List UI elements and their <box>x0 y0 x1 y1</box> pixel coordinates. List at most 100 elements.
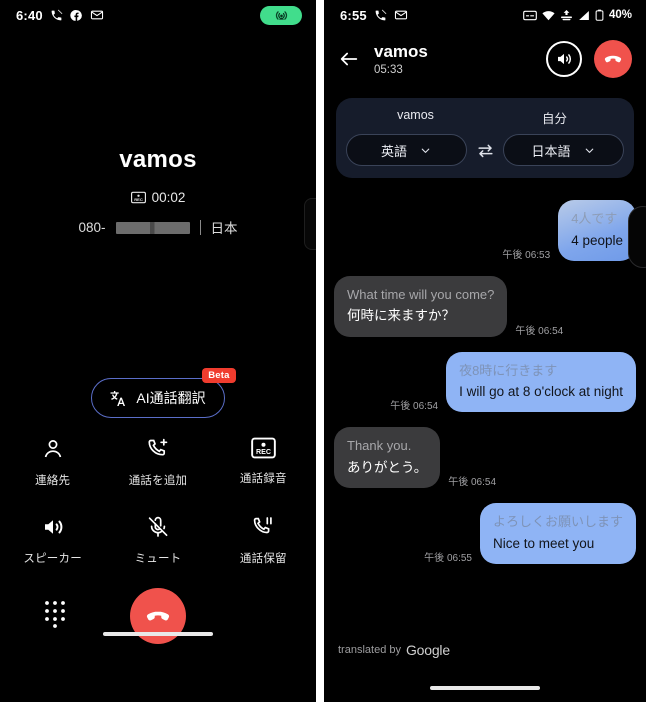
message-bubble[interactable]: よろしくお願いします Nice to meet you <box>479 503 636 564</box>
message-source-text: よろしくお願いします <box>492 514 623 530</box>
message-timestamp: 午後 06:55 <box>424 552 472 564</box>
call-contact-name: vamos <box>119 146 197 173</box>
beta-badge: Beta <box>202 368 236 383</box>
chevron-down-icon <box>583 144 596 157</box>
call-number-redacted <box>115 222 190 234</box>
message-source-text: 夜8時に行きます <box>459 362 558 378</box>
self-language-value: 日本語 <box>531 143 571 159</box>
call-screen: 6:40 vamos REC 00:02 080- 日本 AI通話翻訳 Beta… <box>0 0 316 702</box>
dialpad-icon[interactable] <box>44 600 66 633</box>
contact-icon <box>41 437 65 461</box>
message-translated-text: Nice to meet you <box>492 535 595 551</box>
call-country: 日本 <box>210 221 238 236</box>
dual-screenshot: 6:40 vamos REC 00:02 080- 日本 AI通話翻訳 Beta… <box>0 0 646 702</box>
message-translated-text: I will go at 8 o'clock at night <box>459 384 623 400</box>
message-bubble[interactable]: 夜8時に行きます I will go at 8 o'clock at night <box>446 351 636 413</box>
back-arrow-icon[interactable] <box>338 48 360 70</box>
message-bubble[interactable]: What time will you come? 何時に来ますか？ <box>334 275 508 337</box>
rec-icon: REC <box>130 191 146 204</box>
mail-icon <box>90 8 104 22</box>
panel-divider <box>316 0 324 702</box>
header-actions <box>546 40 632 78</box>
control-label: ミュート <box>134 553 182 565</box>
call-controls-grid: 連絡先 通話を追加 REC 通話録音 スピーカー ミュート 通話保留 <box>0 437 316 566</box>
translate-icon <box>108 389 127 408</box>
signal-icon <box>578 10 590 21</box>
language-selectors-row: 英語 日本語 <box>346 134 624 166</box>
control-add-call[interactable]: 通話を追加 <box>105 437 210 488</box>
edge-panel-handle[interactable] <box>304 198 316 250</box>
message-translated-text: ありがとう。 <box>347 459 428 475</box>
home-indicator <box>103 632 213 636</box>
phone-call-icon <box>374 9 387 22</box>
google-wordmark: Google <box>405 642 450 658</box>
broadcast-icon[interactable] <box>260 5 302 25</box>
translate-header: vamos 05:33 <box>324 30 646 84</box>
phone-call-icon <box>50 9 63 22</box>
mail-icon <box>394 8 408 22</box>
message-timestamp: 午後 06:53 <box>502 249 551 261</box>
speaker-toggle-button[interactable] <box>546 41 582 77</box>
status-bar-right: 6:55 40% <box>324 0 646 30</box>
speaker-icon <box>41 515 65 539</box>
call-number-prefix: 080- <box>78 219 106 235</box>
message-timestamp: 午後 06:54 <box>515 325 564 337</box>
message-source-text: 4人です <box>571 211 618 226</box>
self-language-select[interactable]: 日本語 <box>503 134 624 166</box>
status-left-group: 6:40 <box>16 8 104 23</box>
battery-icon <box>595 9 604 21</box>
message-translated-text: 4 people <box>571 232 623 248</box>
control-contacts[interactable]: 連絡先 <box>0 437 105 488</box>
control-mute[interactable]: ミュート <box>105 515 210 566</box>
mute-icon <box>146 515 170 539</box>
control-label: 通話保留 <box>239 553 287 565</box>
battery-percent: 40% <box>608 9 632 21</box>
header-call-duration: 05:33 <box>374 63 403 76</box>
translated-by-prefix: translated by <box>338 644 401 656</box>
svg-text:REC: REC <box>134 197 143 202</box>
language-party-names: vamos 自分 <box>346 108 624 127</box>
status-time: 6:40 <box>16 7 43 23</box>
header-title-block: vamos 05:33 <box>374 42 428 76</box>
self-party-name: 自分 <box>541 112 567 126</box>
captions-icon <box>523 10 537 21</box>
call-bottom-row <box>0 588 316 648</box>
message-timestamp: 午後 06:54 <box>390 401 439 413</box>
offscreen-bubble-edge <box>628 206 646 268</box>
ai-translate-button-wrap: AI通話翻訳 Beta <box>0 368 316 418</box>
control-record[interactable]: REC 通話録音 <box>211 437 316 488</box>
remote-language-select[interactable]: 英語 <box>346 134 467 166</box>
end-call-button[interactable] <box>594 40 632 78</box>
message-timestamp: 午後 06:54 <box>448 477 497 489</box>
message-source-text: What time will you come? <box>347 286 495 302</box>
ai-call-translate-button[interactable]: AI通話翻訳 Beta <box>91 368 236 418</box>
transcript-row: 午後 06:53 4人です 4 people <box>334 200 636 261</box>
swap-icon[interactable] <box>475 141 495 160</box>
control-label: 連絡先 <box>35 475 71 487</box>
call-number-row: 080- 日本 <box>0 217 316 237</box>
vpn-icon <box>560 9 573 21</box>
control-hold[interactable]: 通話保留 <box>211 515 316 566</box>
control-speaker[interactable]: スピーカー <box>0 515 105 566</box>
ai-translate-label: AI通話翻訳 <box>136 390 206 406</box>
transcript-list[interactable]: 午後 06:53 4人です 4 people What time will yo… <box>324 200 646 564</box>
transcript-row: What time will you come? 何時に来ますか？ 午後 06:… <box>334 275 636 337</box>
message-bubble[interactable]: Thank you. ありがとう。 <box>334 427 441 489</box>
control-label: 通話録音 <box>239 473 287 485</box>
message-bubble[interactable]: 4人です 4 people <box>558 200 636 261</box>
control-label: 通話を追加 <box>128 475 188 487</box>
transcript-row: 午後 06:55 よろしくお願いします Nice to meet you <box>334 503 636 564</box>
divider <box>199 219 201 235</box>
language-selector-panel: vamos 自分 英語 日本語 <box>336 98 634 178</box>
rec-icon: REC <box>251 437 276 459</box>
transcript-row: Thank you. ありがとう。 午後 06:54 <box>334 427 636 489</box>
facebook-icon <box>70 9 83 22</box>
translate-screen: 6:55 40% vamos 05:33 vamos 自分 英語 日本語 午後 … <box>324 0 646 702</box>
svg-text:REC: REC <box>256 448 271 456</box>
chevron-down-icon <box>419 144 432 157</box>
transcript-row: 午後 06:54 夜8時に行きます I will go at 8 o'clock… <box>334 351 636 413</box>
status-right-group <box>260 5 302 25</box>
call-duration: 00:02 <box>151 190 186 205</box>
message-source-text: Thank you. <box>347 438 412 454</box>
header-contact-name: vamos <box>374 42 428 62</box>
